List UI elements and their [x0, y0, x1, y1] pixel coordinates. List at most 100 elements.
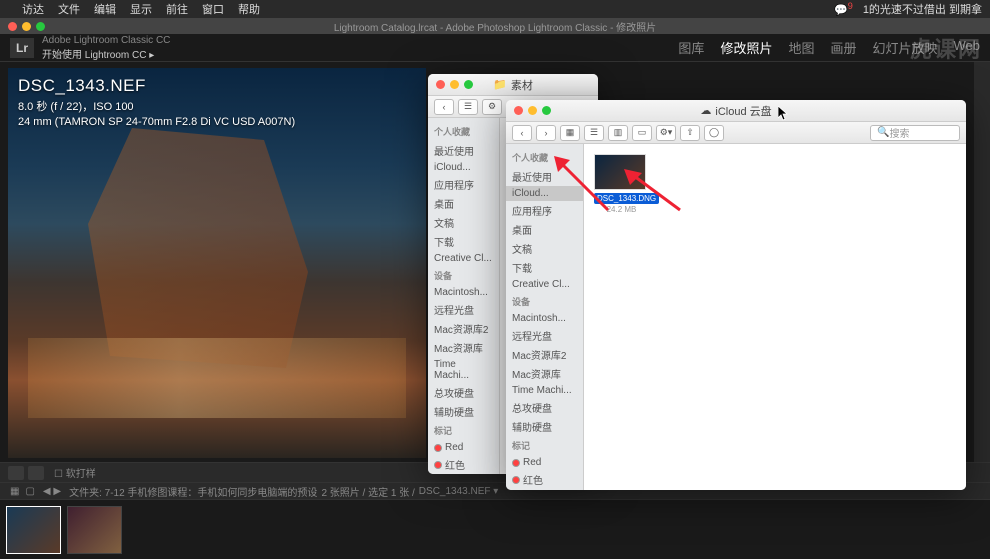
sidebar-device-4[interactable]: Time Machi...: [428, 357, 499, 383]
second-window-icon[interactable]: ▢: [25, 486, 34, 497]
forward-button[interactable]: ›: [536, 125, 556, 141]
sidebar-item-5[interactable]: 下载: [506, 258, 583, 277]
menu-go[interactable]: 前往: [166, 1, 188, 17]
sidebar-item-6[interactable]: Creative Cl...: [428, 251, 499, 266]
crumb-file[interactable]: DSC_1343.NEF ▾: [419, 486, 499, 497]
finder-search[interactable]: 🔍 搜索: [870, 125, 960, 141]
lr-subtitle: Adobe Lightroom Classic CC: [42, 35, 170, 46]
photo-exposure: 8.0 秒 (f / 22)，ISO 100: [18, 98, 295, 114]
sidebar-device-5[interactable]: 总攻硬盘: [506, 398, 583, 417]
finder-titlebar[interactable]: ☁ iCloud 云盘: [506, 100, 966, 122]
sidebar-item-0[interactable]: 最近使用: [506, 167, 583, 186]
loupe-view-button[interactable]: [8, 466, 24, 480]
view-icon-button[interactable]: ▦: [560, 125, 580, 141]
view-gallery-button[interactable]: ▭: [632, 125, 652, 141]
filmstrip-thumb[interactable]: [67, 506, 122, 554]
back-button[interactable]: ‹: [512, 125, 532, 141]
crumb-path[interactable]: 文件夹: 7-12 手机修图课程：手机如何同步电脑端的预设: [69, 484, 317, 499]
minimize-icon[interactable]: [528, 106, 537, 115]
finder-window-front[interactable]: ☁ iCloud 云盘 ‹ › ▦ ☰ ▥ ▭ ⚙▾ ⇧ ◯ 🔍 搜索 个人收藏…: [506, 100, 966, 490]
sidebar-item-3[interactable]: 桌面: [428, 194, 499, 213]
minimize-icon[interactable]: [450, 80, 459, 89]
menu-help[interactable]: 帮助: [238, 1, 260, 17]
window-title: Lightroom Catalog.lrcat - Adobe Photosho…: [334, 19, 656, 34]
view-column-button[interactable]: ▥: [608, 125, 628, 141]
sidebar-device-1[interactable]: 远程光盘: [428, 300, 499, 319]
file-size: 24.2 MB: [594, 205, 649, 214]
menu-file[interactable]: 文件: [58, 1, 80, 17]
sidebar-tag-0[interactable]: Red: [428, 440, 499, 455]
menu-view[interactable]: 显示: [130, 1, 152, 17]
sidebar-item-6[interactable]: Creative Cl...: [506, 277, 583, 292]
nav-develop[interactable]: 修改照片: [720, 38, 772, 57]
minimize-icon[interactable]: [22, 22, 31, 31]
close-icon[interactable]: [436, 80, 445, 89]
before-after-button[interactable]: [28, 466, 44, 480]
sidebar-device-5[interactable]: 总攻硬盘: [428, 383, 499, 402]
finder-content[interactable]: DSC_1343.DNG 24.2 MB: [584, 144, 966, 490]
sidebar-item-5[interactable]: 下载: [428, 232, 499, 251]
share-button[interactable]: ⇧: [680, 125, 700, 141]
lr-cc-link[interactable]: 开始使用 Lightroom CC ▸: [42, 46, 170, 61]
sidebar-device-0[interactable]: Macintosh...: [428, 285, 499, 300]
photo-metadata: DSC_1343.NEF 8.0 秒 (f / 22)，ISO 100 24 m…: [18, 76, 295, 128]
finder-toolbar: ‹ › ▦ ☰ ▥ ▭ ⚙▾ ⇧ ◯ 🔍 搜索: [506, 122, 966, 144]
sidebar-item-3[interactable]: 桌面: [506, 220, 583, 239]
menu-window[interactable]: 窗口: [202, 1, 224, 17]
sidebar-tag-1[interactable]: 红色: [428, 455, 499, 474]
menu-edit[interactable]: 编辑: [94, 1, 116, 17]
lightroom-header: Lr Adobe Lightroom Classic CC 开始使用 Light…: [0, 34, 990, 62]
nav-map[interactable]: 地图: [788, 38, 814, 57]
view-button[interactable]: ☰: [458, 99, 478, 115]
sidebar-item-1[interactable]: iCloud...: [428, 160, 499, 175]
filmstrip-thumb[interactable]: [6, 506, 61, 554]
arrange-button[interactable]: ⚙▾: [656, 125, 676, 141]
sidebar-device-6[interactable]: 辅助硬盘: [428, 402, 499, 421]
sidebar-device-2[interactable]: Mac资源库2: [506, 345, 583, 364]
sidebar-tag-0[interactable]: Red: [506, 455, 583, 470]
sidebar-device-3[interactable]: Mac资源库: [428, 338, 499, 357]
maximize-icon[interactable]: [464, 80, 473, 89]
arrange-button[interactable]: ⚙: [482, 99, 502, 115]
lightroom-logo: Lr: [10, 38, 34, 58]
sidebar-item-0[interactable]: 最近使用: [428, 141, 499, 160]
user-status: 1的光速不过借出 到期拿: [863, 1, 982, 17]
nav-library[interactable]: 图库: [678, 38, 704, 57]
tag-button[interactable]: ◯: [704, 125, 724, 141]
maximize-icon[interactable]: [542, 106, 551, 115]
sidebar-device-6[interactable]: 辅助硬盘: [506, 417, 583, 436]
sidebar-tag-2[interactable]: 橙色: [506, 489, 583, 490]
file-name: DSC_1343.DNG: [594, 193, 659, 204]
wechat-icon[interactable]: 💬9: [834, 1, 853, 17]
sidebar-item-4[interactable]: 文稿: [428, 213, 499, 232]
back-button[interactable]: ‹: [434, 99, 454, 115]
sidebar-item-2[interactable]: 应用程序: [506, 201, 583, 220]
sidebar-tag-1[interactable]: 红色: [506, 470, 583, 489]
nav-book[interactable]: 画册: [830, 38, 856, 57]
soft-proof-checkbox[interactable]: ☐ 软打样: [54, 465, 96, 480]
finder-sidebar: 个人收藏最近使用iCloud...应用程序桌面文稿下载Creative Cl..…: [428, 118, 500, 474]
close-icon[interactable]: [8, 22, 17, 31]
sidebar-device-4[interactable]: Time Machi...: [506, 383, 583, 398]
sidebar-device-3[interactable]: Mac资源库: [506, 364, 583, 383]
sidebar-item-4[interactable]: 文稿: [506, 239, 583, 258]
file-item[interactable]: DSC_1343.DNG 24.2 MB: [594, 154, 649, 214]
crumb-count: 2 张照片 / 选定 1 张 /: [321, 484, 414, 499]
view-list-button[interactable]: ☰: [584, 125, 604, 141]
sidebar-item-2[interactable]: 应用程序: [428, 175, 499, 194]
cursor-icon: [778, 106, 790, 122]
window-titlebar: Lightroom Catalog.lrcat - Adobe Photosho…: [0, 18, 990, 34]
sidebar-device-0[interactable]: Macintosh...: [506, 311, 583, 326]
sidebar-device-2[interactable]: Mac资源库2: [428, 319, 499, 338]
grid-icon[interactable]: ▦: [10, 486, 19, 497]
app-name[interactable]: 访达: [22, 1, 44, 17]
finder-sidebar: 个人收藏最近使用iCloud...应用程序桌面文稿下载Creative Cl..…: [506, 144, 584, 490]
watermark: 虎课网: [910, 32, 982, 64]
maximize-icon[interactable]: [36, 22, 45, 31]
finder-titlebar[interactable]: 📁 素材: [428, 74, 598, 96]
crumb-nav[interactable]: ◀ ▶: [43, 486, 61, 497]
sidebar-device-1[interactable]: 远程光盘: [506, 326, 583, 345]
develop-panel-collapsed[interactable]: [974, 62, 990, 462]
close-icon[interactable]: [514, 106, 523, 115]
sidebar-item-1[interactable]: iCloud...: [506, 186, 583, 201]
